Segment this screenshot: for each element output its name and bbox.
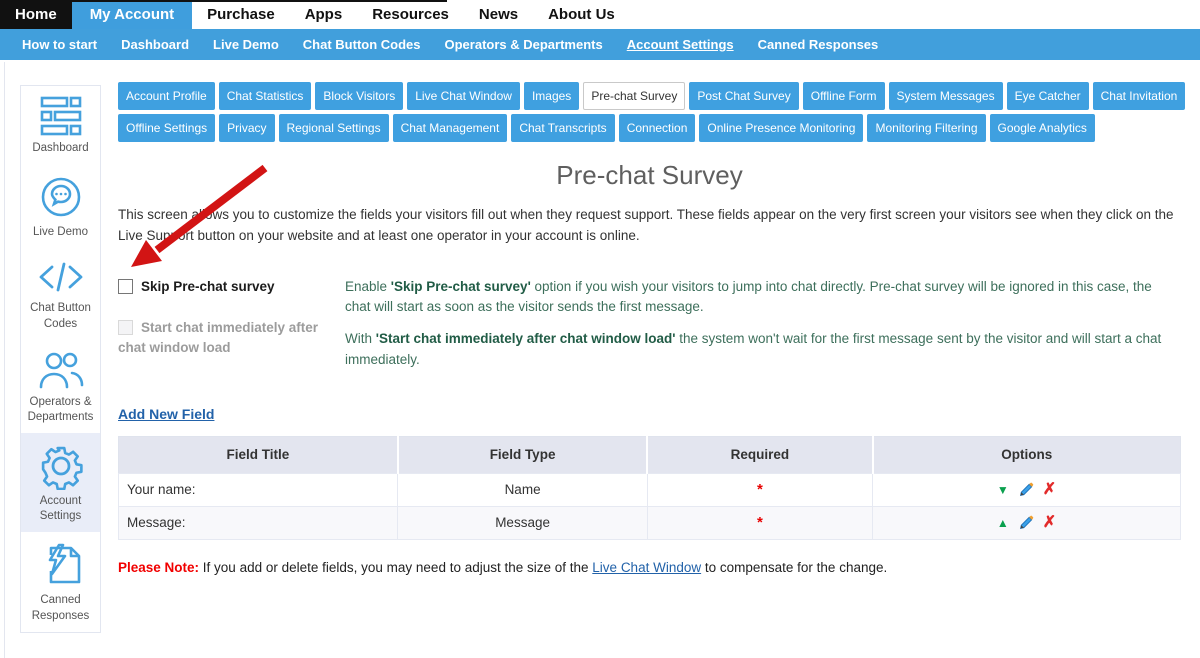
subnav-how-to-start[interactable]: How to start [10, 37, 109, 52]
top-navigation: Home My Account Purchase Apps Resources … [0, 0, 1200, 29]
required-asterisk: * [757, 514, 763, 531]
code-icon [36, 257, 86, 297]
sidebar-item-live-demo[interactable]: Live Demo [21, 164, 100, 248]
live-chat-window-link[interactable]: Live Chat Window [592, 560, 701, 575]
tab-chat-transcripts[interactable]: Chat Transcripts [511, 114, 614, 142]
tab-block-visitors[interactable]: Block Visitors [315, 82, 403, 110]
main-content: Account Profile Chat Statistics Block Vi… [118, 82, 1181, 575]
tab-chat-statistics[interactable]: Chat Statistics [219, 82, 312, 110]
settings-tabs-row-1: Account Profile Chat Statistics Block Vi… [118, 82, 1181, 110]
col-required: Required [647, 436, 872, 473]
subnav-account-settings[interactable]: Account Settings [615, 37, 746, 52]
subnav-operators-departments[interactable]: Operators & Departments [433, 37, 615, 52]
delete-icon[interactable]: ✗ [1043, 482, 1056, 498]
sidebar-item-account-settings[interactable]: Account Settings [21, 433, 100, 532]
start-chat-description: With 'Start chat immediately after chat … [345, 329, 1181, 370]
field-title-cell: Your name: [119, 473, 398, 506]
options-description-column: Enable 'Skip Pre-chat survey' option if … [345, 277, 1181, 370]
fields-table: Field Title Field Type Required Options … [118, 436, 1181, 540]
field-title-cell: Message: [119, 506, 398, 539]
edit-icon[interactable] [1018, 482, 1034, 498]
page-title: Pre-chat Survey [118, 160, 1181, 191]
required-asterisk: * [757, 481, 763, 498]
nav-apps[interactable]: Apps [290, 0, 358, 29]
tab-images[interactable]: Images [524, 82, 579, 110]
col-field-type: Field Type [398, 436, 648, 473]
delete-icon[interactable]: ✗ [1043, 515, 1056, 531]
tab-offline-form[interactable]: Offline Form [803, 82, 885, 110]
please-note-label: Please Note: [118, 560, 199, 575]
fields-table-header-row: Field Title Field Type Required Options [119, 436, 1181, 473]
sidebar-item-dashboard[interactable]: Dashboard [21, 86, 100, 164]
tab-google-analytics[interactable]: Google Analytics [990, 114, 1095, 142]
tab-pre-chat-survey[interactable]: Pre-chat Survey [583, 82, 685, 110]
tab-privacy[interactable]: Privacy [219, 114, 274, 142]
tab-online-presence-monitoring[interactable]: Online Presence Monitoring [699, 114, 863, 142]
col-field-title: Field Title [119, 436, 398, 473]
tab-regional-settings[interactable]: Regional Settings [279, 114, 389, 142]
nav-home[interactable]: Home [0, 0, 72, 29]
move-up-icon[interactable]: ▲ [997, 516, 1009, 530]
required-cell: * [647, 473, 872, 506]
subnav-live-demo[interactable]: Live Demo [201, 37, 291, 52]
subnav-chat-button-codes[interactable]: Chat Button Codes [291, 37, 433, 52]
table-row-message: Message: Message * ▲ ✗ [119, 506, 1181, 539]
start-chat-immediately-row: Start chat immediately after chat window… [118, 318, 345, 357]
nav-my-account[interactable]: My Account [72, 0, 192, 29]
sidebar-item-operators-departments[interactable]: Operators & Departments [21, 340, 100, 433]
tab-system-messages[interactable]: System Messages [889, 82, 1003, 110]
options-cell: ▼ ✗ [873, 473, 1181, 506]
canned-responses-icon [37, 541, 85, 589]
table-row-your-name: Your name: Name * ▼ ✗ [119, 473, 1181, 506]
tab-connection[interactable]: Connection [619, 114, 696, 142]
survey-options: Skip Pre-chat survey Start chat immediat… [118, 277, 1181, 370]
tab-offline-settings[interactable]: Offline Settings [118, 114, 215, 142]
options-cell: ▲ ✗ [873, 506, 1181, 539]
please-note: Please Note: If you add or delete fields… [118, 560, 1181, 575]
nav-news[interactable]: News [464, 0, 533, 29]
add-new-field-link[interactable]: Add New Field [118, 406, 214, 422]
tab-live-chat-window[interactable]: Live Chat Window [407, 82, 520, 110]
tab-chat-management[interactable]: Chat Management [393, 114, 508, 142]
nav-about-us[interactable]: About Us [533, 0, 630, 29]
skip-pre-chat-survey-row: Skip Pre-chat survey [118, 277, 345, 297]
field-type-cell: Message [398, 506, 648, 539]
tab-account-profile[interactable]: Account Profile [118, 82, 215, 110]
required-cell: * [647, 506, 872, 539]
tab-chat-invitation[interactable]: Chat Invitation [1093, 82, 1186, 110]
options-checkbox-column: Skip Pre-chat survey Start chat immediat… [118, 277, 345, 370]
account-sub-navigation: How to start Dashboard Live Demo Chat Bu… [0, 29, 1200, 60]
left-edge-divider [4, 62, 5, 658]
skip-pre-chat-survey-checkbox[interactable] [118, 279, 133, 294]
move-down-icon[interactable]: ▼ [997, 483, 1009, 497]
nav-purchase[interactable]: Purchase [192, 0, 290, 29]
gear-icon [37, 442, 85, 490]
settings-tabs-row-2: Offline Settings Privacy Regional Settin… [118, 114, 1181, 142]
live-demo-icon [37, 173, 85, 221]
skip-pre-chat-survey-label: Skip Pre-chat survey [141, 279, 275, 294]
col-options: Options [873, 436, 1181, 473]
edit-icon[interactable] [1018, 515, 1034, 531]
dashboard-icon [37, 95, 85, 137]
subnav-dashboard[interactable]: Dashboard [109, 37, 201, 52]
field-type-cell: Name [398, 473, 648, 506]
nav-resources[interactable]: Resources [357, 0, 464, 29]
skip-survey-description: Enable 'Skip Pre-chat survey' option if … [345, 277, 1181, 318]
tab-monitoring-filtering[interactable]: Monitoring Filtering [867, 114, 985, 142]
subnav-canned-responses[interactable]: Canned Responses [746, 37, 891, 52]
intro-text: This screen allows you to customize the … [118, 205, 1181, 247]
sidebar-item-canned-responses[interactable]: Canned Responses [21, 532, 100, 631]
tab-post-chat-survey[interactable]: Post Chat Survey [689, 82, 798, 110]
sidebar: Dashboard Live Demo Chat Button Codes Op… [20, 85, 101, 633]
operators-icon [36, 349, 86, 391]
tab-eye-catcher[interactable]: Eye Catcher [1007, 82, 1089, 110]
start-chat-immediately-label: Start chat immediately after chat window… [118, 320, 318, 355]
start-chat-immediately-checkbox [118, 320, 133, 335]
sidebar-item-chat-button-codes[interactable]: Chat Button Codes [21, 248, 100, 339]
